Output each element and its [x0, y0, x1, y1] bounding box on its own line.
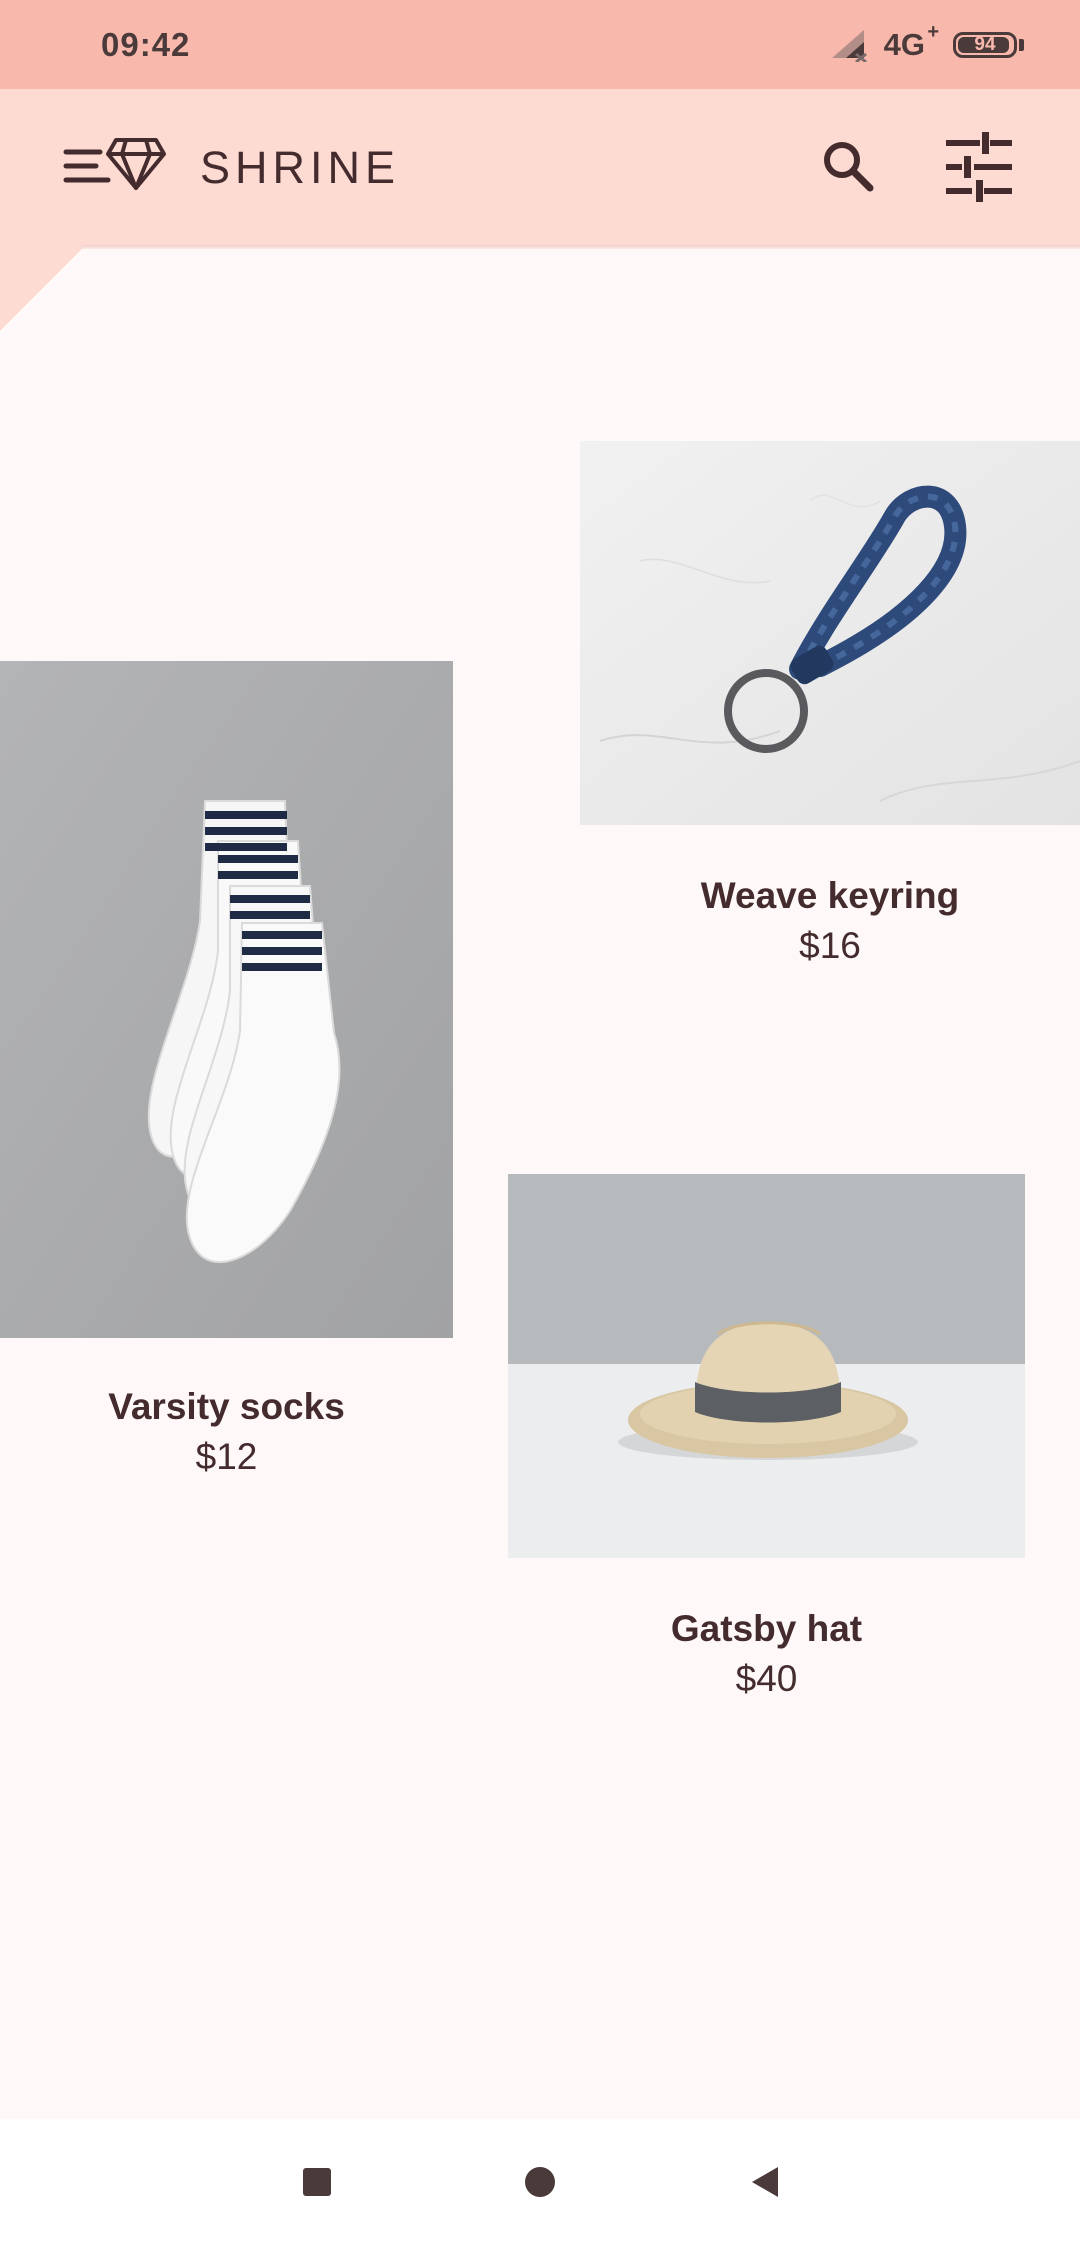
product-card-hat[interactable]: Gatsby hat $40 [508, 1174, 1025, 1714]
product-name: Varsity socks [108, 1386, 345, 1427]
diamond-logo-icon [106, 138, 166, 190]
back-triangle-icon[interactable] [752, 2167, 778, 2197]
product-name: Weave keyring [700, 875, 960, 916]
product-name: Gatsby hat [670, 1608, 863, 1649]
product-price: $40 [735, 1658, 798, 1699]
menu-icon [63, 149, 111, 183]
socks-image [0, 661, 453, 1338]
status-bar: 09:42 4G + 94 [0, 0, 1080, 89]
home-circle-icon[interactable] [525, 2167, 555, 2197]
battery-cap [1019, 39, 1024, 51]
product-price: $16 [799, 925, 861, 966]
hat-image [508, 1174, 1025, 1558]
status-time: 09:42 [101, 26, 191, 63]
battery-icon: 94 [953, 32, 1017, 58]
product-card-socks[interactable]: Varsity socks $12 [0, 661, 453, 1501]
search-button[interactable] [818, 136, 878, 196]
product-price: $12 [195, 1436, 258, 1477]
product-grid: Weave keyring $16 Varsity socks $12 Gats… [0, 249, 1080, 2119]
app-title: SHRINE [200, 142, 401, 193]
signal-icon [831, 30, 867, 62]
product-card-keyring[interactable]: Weave keyring $16 [580, 441, 1080, 981]
tune-icon [946, 132, 1012, 202]
status-icons: 4G + 94 [826, 21, 1024, 66]
search-icon [824, 142, 874, 192]
filter-button[interactable] [944, 132, 1014, 202]
network-type: 4G + [883, 21, 939, 62]
menu-button[interactable] [60, 130, 168, 202]
battery-level: 94 [974, 34, 996, 55]
recents-square-icon[interactable] [303, 2168, 331, 2196]
keyring-image [580, 441, 1080, 825]
